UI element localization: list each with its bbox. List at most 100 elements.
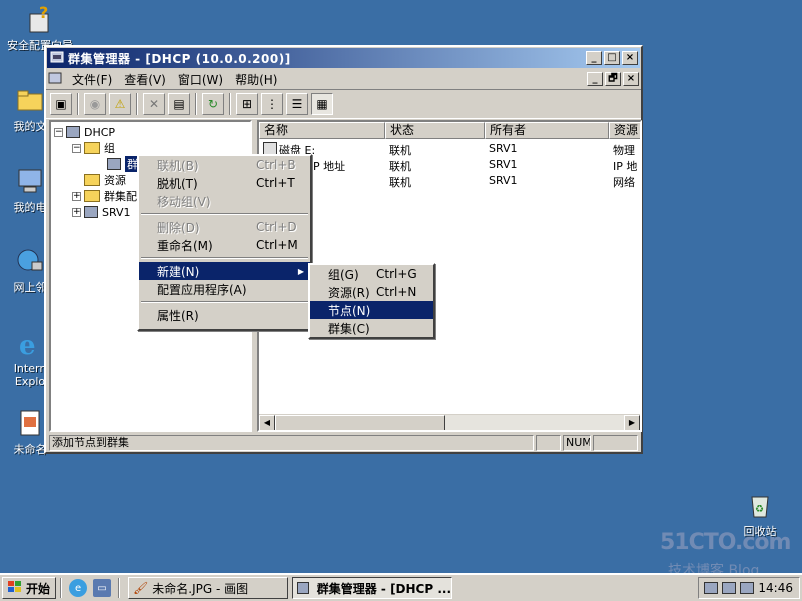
column-header-owner[interactable]: 所有者	[485, 122, 609, 139]
cluster-icon	[297, 582, 309, 594]
toolbar-separator	[229, 93, 231, 115]
internet-explorer-icon[interactable]: e	[69, 579, 88, 597]
tree-item-cluster-config[interactable]: + 群集配	[72, 188, 137, 204]
submenu-item-node[interactable]: 节点(N)	[310, 301, 433, 319]
child-restore-button[interactable]: 🗗	[605, 72, 621, 86]
menu-item-new[interactable]: 新建(N) ▶	[139, 262, 310, 280]
expand-icon[interactable]: +	[72, 191, 81, 201]
menu-item-label: 新建(N)	[157, 264, 200, 279]
collapse-icon[interactable]: −	[54, 127, 63, 137]
large-icons-icon: ⊞	[241, 97, 253, 111]
refresh-button[interactable]: ↻	[202, 93, 224, 115]
submenu-item-resource[interactable]: 资源(R) Ctrl+N	[310, 283, 433, 301]
scroll-left-icon[interactable]: ◀	[259, 415, 275, 430]
bring-online-button[interactable]: ◉	[84, 93, 106, 115]
warning-icon: ⚠	[114, 97, 126, 111]
menu-item-accel: Ctrl+N	[376, 285, 417, 299]
task-label: 群集管理器 - [DHCP ...	[316, 581, 452, 596]
start-label: 开始	[26, 581, 51, 596]
child-minimize-button[interactable]: _	[587, 72, 603, 86]
tree-item-root[interactable]: − DHCP	[54, 124, 115, 140]
internet-explorer-icon: e	[14, 328, 46, 360]
menu-help[interactable]: 帮助(H)	[229, 71, 283, 88]
my-documents-icon	[14, 84, 46, 116]
open-connection-button[interactable]: ▣	[50, 93, 72, 115]
scrollbar-thumb[interactable]	[275, 415, 445, 430]
tree-item-group-child[interactable]: 群	[107, 156, 140, 172]
menu-item-accel: Ctrl+G	[376, 267, 417, 281]
scroll-right-icon[interactable]: ▶	[624, 415, 640, 430]
menu-view[interactable]: 查看(V)	[118, 71, 172, 88]
large-icons-button[interactable]: ⊞	[236, 93, 258, 115]
menu-item-label: 脱机(T)	[157, 176, 198, 191]
cell-owner: SRV1	[489, 158, 518, 171]
taskbar-separator	[60, 578, 63, 598]
task-paint[interactable]: 🖌 未命名.JPG - 画图	[128, 577, 289, 599]
details-view-button[interactable]: ▦	[311, 93, 333, 115]
window-titlebar[interactable]: 群集管理器 - [DHCP (10.0.0.200)] _ □ ×	[47, 48, 640, 68]
menu-item-properties[interactable]: 属性(R)	[139, 306, 310, 324]
collapse-icon[interactable]: −	[72, 143, 81, 153]
cell-owner: SRV1	[489, 142, 518, 155]
cell-state: 联机	[389, 144, 411, 157]
volume-tray-icon[interactable]	[722, 582, 737, 594]
cell-owner: SRV1	[489, 174, 518, 187]
submenu-item-cluster[interactable]: 群集(C)	[310, 319, 433, 337]
take-offline-button[interactable]: ⚠	[109, 93, 131, 115]
toolbar-separator	[77, 93, 79, 115]
start-button[interactable]: 开始	[2, 577, 57, 599]
context-menu: 联机(B) Ctrl+B 脱机(T) Ctrl+T 移动组(V) 删除(D) C…	[137, 154, 312, 331]
properties-button[interactable]: ▤	[168, 93, 190, 115]
maximize-button[interactable]: □	[604, 51, 620, 65]
list-view-button[interactable]: ☰	[286, 93, 308, 115]
child-close-button[interactable]: ×	[623, 72, 639, 86]
menu-item-label: 资源(R)	[328, 285, 370, 300]
menu-item-move-group[interactable]: 移动组(V)	[139, 192, 310, 210]
tree-item-node[interactable]: + SRV1	[72, 204, 131, 220]
network-tray-icon[interactable]	[704, 582, 719, 594]
menu-file[interactable]: 文件(F)	[66, 71, 118, 88]
menu-item-accel: Ctrl+B	[256, 158, 296, 172]
menu-item-accel: Ctrl+T	[256, 176, 295, 190]
column-header-state[interactable]: 状态	[385, 122, 485, 139]
menu-item-bring-online[interactable]: 联机(B) Ctrl+B	[139, 156, 310, 174]
cell-type: IP 地	[613, 160, 638, 173]
status-bar: 添加节点到群集 NUM	[49, 434, 642, 452]
menu-item-delete[interactable]: 删除(D) Ctrl+D	[139, 218, 310, 236]
num-lock-indicator: NUM	[563, 435, 591, 451]
windows-logo-icon	[8, 580, 22, 596]
close-button[interactable]: ×	[622, 51, 638, 65]
online-icon: ◉	[89, 97, 101, 111]
small-icons-icon: ⋮	[266, 97, 278, 111]
image-file-icon	[14, 407, 46, 439]
column-header-name[interactable]: 名称	[259, 122, 385, 139]
show-desktop-icon[interactable]: ▭	[93, 579, 112, 597]
toolbar-separator	[195, 93, 197, 115]
task-cluster-manager[interactable]: 群集管理器 - [DHCP ...	[292, 577, 453, 599]
network-places-icon	[14, 245, 46, 277]
folder-icon	[84, 190, 100, 202]
menu-item-take-offline[interactable]: 脱机(T) Ctrl+T	[139, 174, 310, 192]
list-icon: ☰	[291, 97, 303, 111]
security-wizard-icon: ?	[24, 3, 56, 35]
clock[interactable]: 14:46	[758, 581, 793, 595]
svg-text:e: e	[19, 331, 36, 358]
recycle-bin-icon: ♻	[744, 489, 776, 521]
taskbar-separator	[118, 578, 121, 598]
tree-item-resources[interactable]: 资源	[84, 172, 126, 188]
delete-button[interactable]: ✕	[143, 93, 165, 115]
menu-window[interactable]: 窗口(W)	[172, 71, 229, 88]
small-icons-button[interactable]: ⋮	[261, 93, 283, 115]
expand-icon[interactable]: +	[72, 207, 81, 217]
window-title: 群集管理器 - [DHCP (10.0.0.200)]	[68, 51, 291, 66]
minimize-button[interactable]: _	[586, 51, 602, 65]
menu-item-rename[interactable]: 重命名(M) Ctrl+M	[139, 236, 310, 254]
tree-item-groups[interactable]: − 组	[72, 140, 115, 156]
submenu-item-group[interactable]: 组(G) Ctrl+G	[310, 265, 433, 283]
horizontal-scrollbar[interactable]: ◀ ▶	[259, 414, 640, 430]
properties-icon: ▤	[173, 97, 185, 111]
system-tray: 14:46	[698, 577, 800, 599]
menu-item-configure-application[interactable]: 配置应用程序(A)	[139, 280, 310, 298]
column-header-resource[interactable]: 资源	[609, 122, 640, 139]
monitor-tray-icon[interactable]	[740, 582, 755, 594]
